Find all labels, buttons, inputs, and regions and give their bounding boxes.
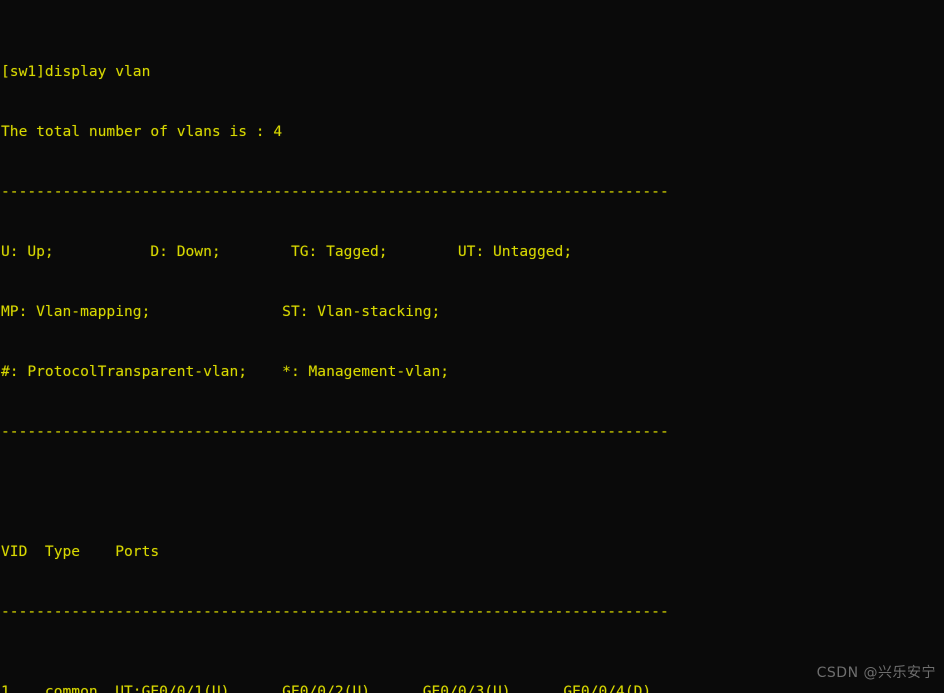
terminal-screen[interactable]: [sw1]display vlan The total number of vl… [0,0,669,693]
ports-table-header: VID Type Ports [1,543,160,560]
command-line: [sw1]display vlan [1,63,151,80]
separator-line-legend: ----------------------------------------… [1,423,669,440]
legend-line-2: MP: Vlan-mapping; ST: Vlan-stacking; [1,303,441,320]
separator-line-top: ----------------------------------------… [1,183,669,200]
ports-table-separator: ----------------------------------------… [1,603,669,620]
legend-line-3: #: ProtocolTransparent-vlan; *: Manageme… [1,363,450,380]
legend-line-1: U: Up; D: Down; TG: Tagged; UT: Untagged… [1,243,573,260]
csdn-watermark: CSDN @兴乐安宁 [816,665,936,681]
terminal-window[interactable]: [sw1]display vlan The total number of vl… [0,0,944,693]
ports-table-row: 1 common UT:GE0/0/1(U) GE0/0/2(U) GE0/0/… [1,683,652,693]
total-vlans-line: The total number of vlans is : 4 [1,123,283,140]
